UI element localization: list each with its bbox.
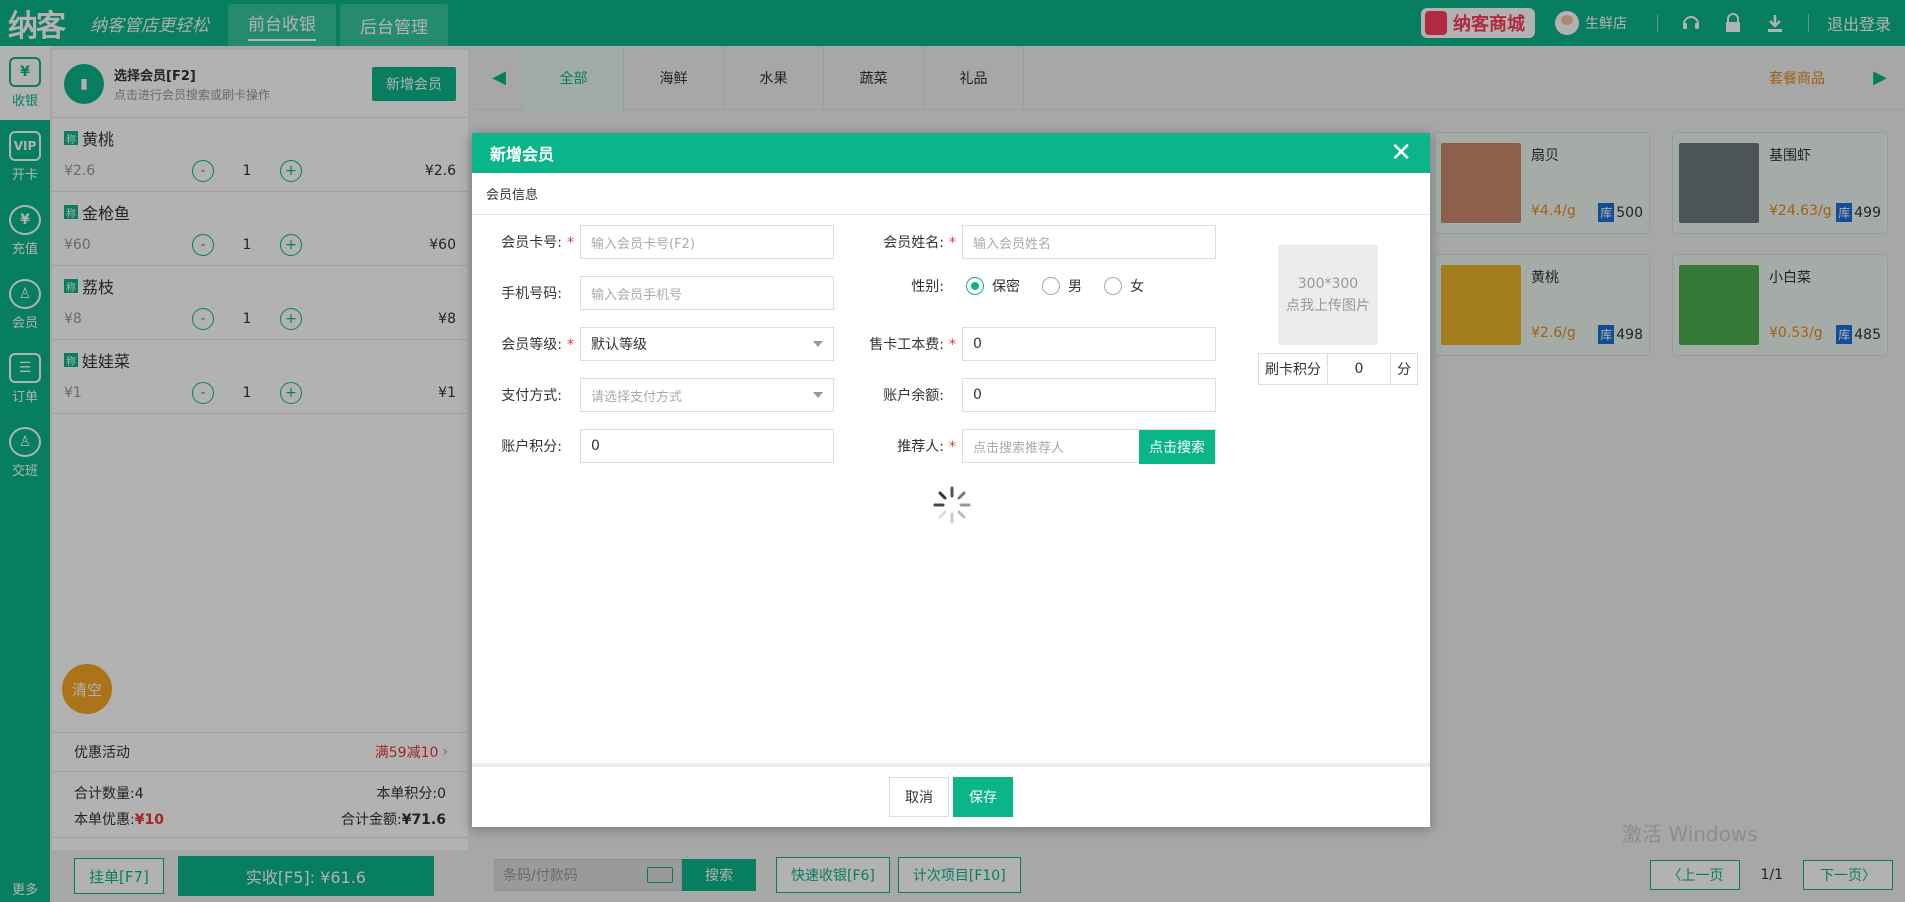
- radio-unchecked: [1104, 277, 1122, 295]
- upload-hint: 点我上传图片: [1286, 298, 1370, 314]
- points-input[interactable]: 0: [580, 429, 834, 463]
- card-number-row: 会员卡号: * 输入会员卡号(F2): [472, 225, 834, 259]
- balance-row: 账户余额: 0: [854, 378, 1216, 412]
- radio-unchecked: [1042, 277, 1060, 295]
- caret-down-icon: [813, 392, 823, 398]
- dialog-footer: 取消 保存: [472, 763, 1430, 827]
- close-icon[interactable]: ✕: [1390, 140, 1412, 166]
- member-name-row: 会员姓名: * 输入会员姓名: [854, 225, 1216, 259]
- upload-photo-button[interactable]: 300*300 点我上传图片: [1278, 245, 1378, 345]
- level-row: 会员等级: * 默认等级: [472, 327, 834, 361]
- balance-input[interactable]: 0: [962, 378, 1216, 412]
- swipe-points-label: 刷卡积分: [1259, 354, 1328, 384]
- gender-option-male[interactable]: 男: [1042, 276, 1082, 296]
- phone-row: 手机号码: 输入会员手机号: [472, 276, 834, 310]
- save-button[interactable]: 保存: [953, 777, 1013, 817]
- dialog-title: 新增会员: [490, 145, 555, 164]
- referrer-search-button[interactable]: 点击搜索: [1139, 430, 1215, 464]
- swipe-points-unit: 分: [1390, 354, 1417, 384]
- dialog-header: 新增会员 ✕: [472, 133, 1430, 173]
- swipe-points-input[interactable]: 0: [1328, 354, 1390, 384]
- cancel-button[interactable]: 取消: [889, 777, 949, 817]
- loading-spinner-icon: [933, 486, 971, 524]
- gender-option-secret[interactable]: 保密: [966, 276, 1020, 296]
- level-select[interactable]: 默认等级: [580, 327, 834, 361]
- gender-option-female[interactable]: 女: [1104, 276, 1144, 296]
- caret-down-icon: [813, 341, 823, 347]
- payment-select[interactable]: 请选择支付方式: [580, 378, 834, 412]
- gender-row: 性别: 保密 男 女: [854, 276, 1166, 296]
- upload-size: 300*300: [1297, 276, 1359, 292]
- member-name-input[interactable]: 输入会员姓名: [962, 225, 1216, 259]
- swipe-points-field: 刷卡积分 0 分: [1258, 353, 1418, 385]
- card-fee-input[interactable]: 0: [962, 327, 1216, 361]
- section-title: 会员信息: [472, 173, 1430, 215]
- card-number-input[interactable]: 输入会员卡号(F2): [580, 225, 834, 259]
- card-fee-row: 售卡工本费: * 0: [854, 327, 1216, 361]
- points-row: 账户积分: 0: [472, 429, 834, 463]
- phone-input[interactable]: 输入会员手机号: [580, 276, 834, 310]
- referrer-row: 推荐人: * 点击搜索推荐人 点击搜索: [854, 429, 1216, 464]
- add-member-dialog: 新增会员 ✕ 会员信息 会员卡号: * 输入会员卡号(F2) 会员姓名: * 输入会…: [472, 133, 1430, 827]
- gender-radio-group: 保密 男 女: [966, 276, 1166, 296]
- radio-checked: [966, 277, 984, 295]
- payment-row: 支付方式: 请选择支付方式: [472, 378, 834, 412]
- referrer-input[interactable]: 点击搜索推荐人 点击搜索: [962, 429, 1216, 464]
